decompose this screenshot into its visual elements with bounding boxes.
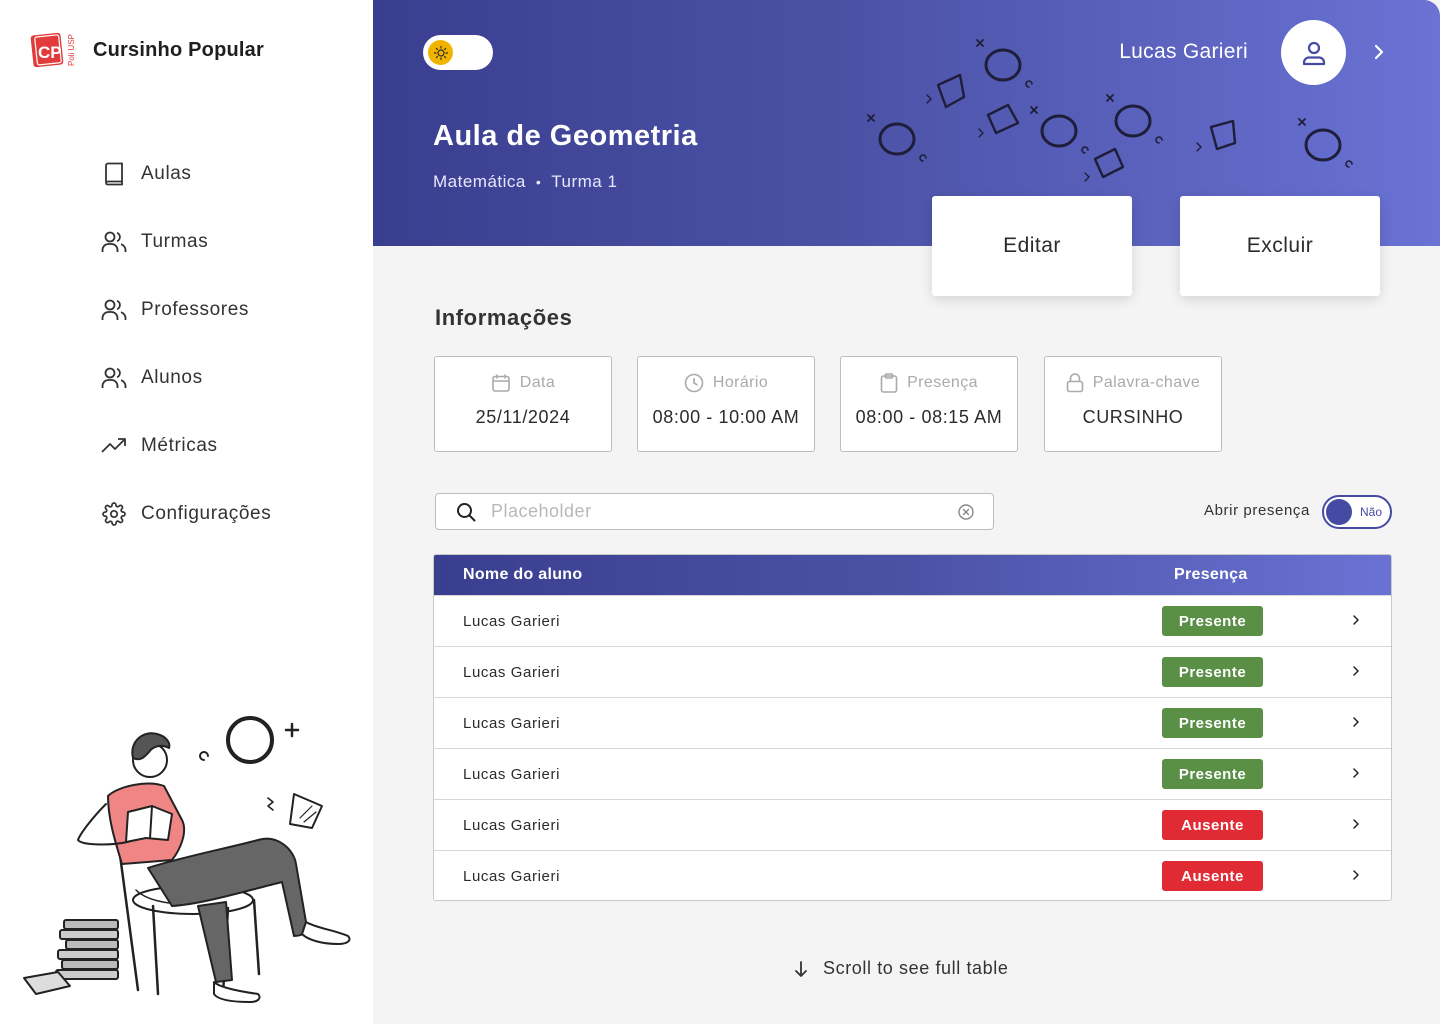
status-badge: Presente — [1162, 606, 1263, 636]
student-name: Lucas Garieri — [463, 816, 561, 834]
toggle-state: Não — [1359, 505, 1382, 519]
student-name: Lucas Garieri — [463, 612, 561, 630]
student-name: Lucas Garieri — [463, 867, 561, 885]
chevron-right-icon[interactable] — [1368, 40, 1390, 64]
clear-icon[interactable] — [957, 503, 975, 521]
gear-icon — [100, 500, 128, 528]
brand[interactable]: CP Poli USP Cursinho Popular — [30, 30, 264, 70]
column-header-name: Nome do aluno — [463, 566, 583, 583]
sidebar-item-label: Turmas — [141, 231, 209, 252]
info-card-label: Data — [519, 374, 556, 391]
clock-icon — [684, 373, 704, 393]
lesson-meta: Matemática • Turma 1 — [433, 172, 617, 192]
scroll-hint: Scroll to see full table — [793, 958, 1009, 979]
sidebar-item-alunos[interactable]: Alunos — [100, 356, 271, 400]
users-icon — [100, 296, 128, 324]
toggle-knob — [1326, 499, 1352, 525]
svg-text:CP: CP — [38, 43, 62, 62]
info-card-time: Horário 08:00 - 10:00 AM — [637, 356, 815, 452]
main-nav: Aulas Turmas Professores Alunos Métricas — [100, 152, 271, 560]
svg-text:Poli USP: Poli USP — [67, 34, 76, 66]
section-title-info: Informações — [435, 305, 573, 330]
chevron-right-icon[interactable] — [1352, 818, 1364, 832]
users-icon — [100, 228, 128, 256]
page-title: Aula de Geometria — [433, 120, 698, 152]
status-badge: Presente — [1162, 657, 1263, 687]
sidebar-item-configuracoes[interactable]: Configurações — [100, 492, 271, 536]
table-header: Nome do aluno Presença — [434, 555, 1391, 595]
search-icon — [456, 502, 476, 522]
arrow-down-icon — [795, 960, 807, 977]
clipboard-icon — [880, 373, 898, 393]
status-badge: Ausente — [1162, 861, 1263, 891]
student-name: Lucas Garieri — [463, 765, 561, 783]
table-row[interactable]: Lucas Garieri Presente — [434, 646, 1391, 697]
search-input[interactable] — [491, 501, 957, 522]
info-card-presence: Presença 08:00 - 08:15 AM — [840, 356, 1018, 452]
open-presence-toggle[interactable]: Não — [1322, 495, 1392, 529]
attendance-table: Nome do aluno Presença Lucas Garieri Pres… — [433, 554, 1392, 901]
chevron-right-icon[interactable] — [1352, 767, 1364, 781]
theme-toggle[interactable] — [423, 35, 493, 70]
info-card-value: 25/11/2024 — [475, 407, 571, 427]
status-badge: Presente — [1162, 759, 1263, 789]
table-body: Lucas Garieri Presente Lucas Garieri Presen… — [434, 595, 1391, 900]
lock-icon — [1066, 373, 1084, 393]
student-name: Lucas Garieri — [463, 663, 561, 681]
search-bar — [435, 493, 994, 530]
sun-icon — [428, 40, 453, 65]
info-card-keyword: Palavra-chave CURSINHO — [1044, 356, 1222, 452]
sidebar-item-label: Professores — [141, 299, 249, 320]
open-presence-label: Abrir presença — [1204, 502, 1310, 519]
brand-name: Cursinho Popular — [93, 38, 264, 61]
chevron-right-icon[interactable] — [1352, 716, 1364, 730]
status-badge: Ausente — [1162, 810, 1263, 840]
scroll-hint-text: Scroll to see full table — [823, 958, 1009, 978]
sidebar-item-aulas[interactable]: Aulas — [100, 152, 271, 196]
meta-separator: • — [535, 174, 542, 190]
sidebar: CP Poli USP Cursinho Popular Aulas Turma… — [0, 0, 373, 1024]
status-badge: Presente — [1162, 708, 1263, 738]
user-icon — [1302, 41, 1325, 65]
table-row[interactable]: Lucas Garieri Presente — [434, 748, 1391, 799]
class-label: Turma 1 — [551, 172, 618, 191]
sidebar-item-label: Configurações — [141, 503, 272, 524]
chevron-right-icon[interactable] — [1352, 665, 1364, 679]
chevron-right-icon[interactable] — [1352, 869, 1364, 883]
info-card-label: Palavra-chave — [1092, 374, 1201, 391]
sidebar-item-label: Aulas — [141, 163, 192, 184]
sidebar-item-label: Alunos — [141, 367, 203, 388]
info-card-value: 08:00 - 08:15 AM — [855, 407, 1003, 427]
student-name: Lucas Garieri — [463, 714, 561, 732]
edit-button[interactable]: Editar — [932, 196, 1132, 296]
sidebar-item-professores[interactable]: Professores — [100, 288, 271, 332]
sidebar-item-turmas[interactable]: Turmas — [100, 220, 271, 264]
calendar-icon — [491, 374, 510, 392]
user-name[interactable]: Lucas Garieri — [1119, 40, 1248, 64]
subject-label: Matemática — [433, 172, 526, 191]
users-icon — [100, 364, 128, 392]
student-reading-illustration — [23, 716, 351, 1003]
trend-up-icon — [100, 432, 128, 460]
avatar[interactable] — [1281, 20, 1346, 85]
info-card-label: Horário — [712, 374, 769, 391]
sidebar-item-metricas[interactable]: Métricas — [100, 424, 271, 468]
brand-logo: CP Poli USP — [30, 32, 76, 68]
info-card-value: 08:00 - 10:00 AM — [652, 407, 800, 427]
chevron-right-icon[interactable] — [1352, 614, 1364, 628]
table-row[interactable]: Lucas Garieri Ausente — [434, 850, 1391, 900]
table-row[interactable]: Lucas Garieri Presente — [434, 595, 1391, 646]
table-row[interactable]: Lucas Garieri Presente — [434, 697, 1391, 748]
info-card-date: Data 25/11/2024 — [434, 356, 612, 452]
book-icon — [100, 160, 128, 188]
table-row[interactable]: Lucas Garieri Ausente — [434, 799, 1391, 850]
delete-button[interactable]: Excluir — [1180, 196, 1380, 296]
sidebar-item-label: Métricas — [141, 435, 218, 456]
column-header-presence: Presença — [1174, 566, 1248, 583]
info-card-value: CURSINHO — [1082, 407, 1184, 427]
info-card-label: Presença — [907, 374, 978, 391]
